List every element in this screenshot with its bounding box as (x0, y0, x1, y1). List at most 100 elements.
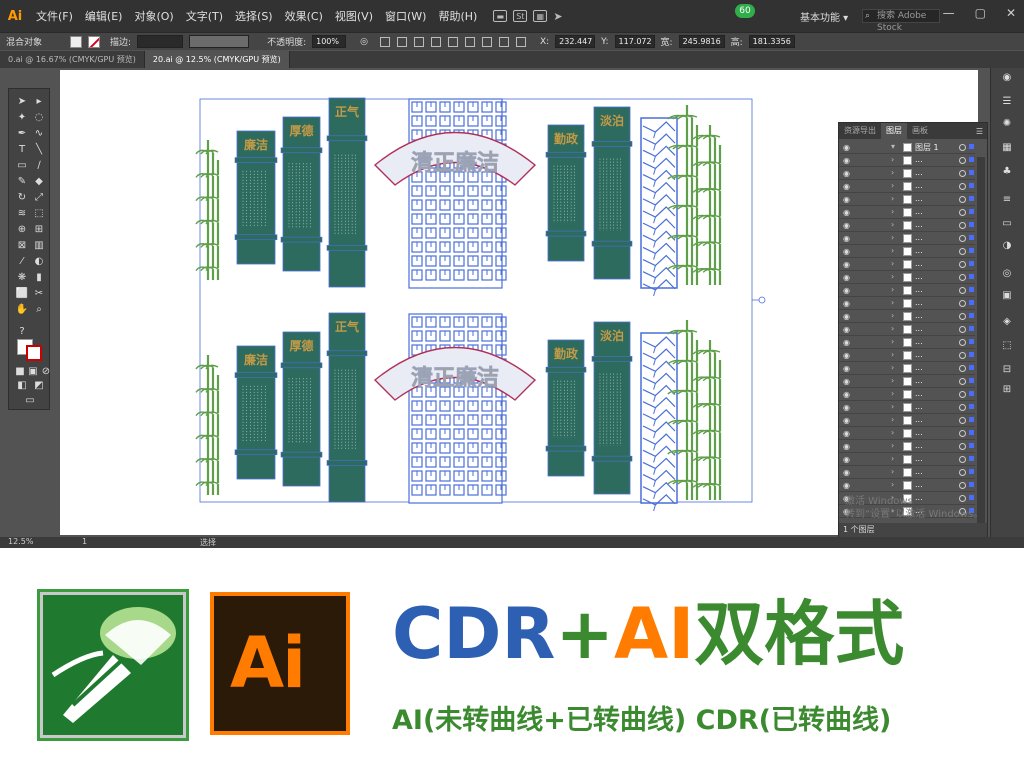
shape-builder-icon[interactable]: ⊕ (15, 223, 29, 235)
target-icon[interactable] (959, 157, 966, 164)
menu-window[interactable]: 窗口(W) (379, 8, 432, 24)
eyedropper-icon[interactable]: ⁄ (15, 255, 29, 267)
panel-menu-icon[interactable]: ☰ (976, 127, 983, 136)
layout-icon[interactable]: ▦ (533, 10, 548, 22)
pen-tool-icon[interactable]: ✒ (15, 127, 29, 139)
target-icon[interactable] (959, 248, 966, 255)
selection-indicator[interactable] (969, 287, 974, 292)
update-badge[interactable]: 60 (735, 4, 755, 18)
line-tool-icon[interactable]: ╲ (32, 143, 46, 155)
visibility-eye-icon[interactable]: ◉ (843, 377, 850, 386)
target-icon[interactable] (959, 144, 966, 151)
layer-row[interactable]: ◉ ›... (839, 375, 975, 388)
visibility-eye-icon[interactable]: ◉ (843, 299, 850, 308)
selection-indicator[interactable] (969, 326, 974, 331)
selection-indicator[interactable] (969, 378, 974, 383)
scale-tool-icon[interactable]: ⤢ (32, 191, 46, 203)
visibility-eye-icon[interactable]: ◉ (843, 208, 850, 217)
layer-row[interactable]: ◉ ›... (839, 479, 975, 492)
expand-arrow-icon[interactable]: › (891, 454, 894, 463)
recolor-icon[interactable]: ◎ (360, 37, 368, 47)
artboards-icon[interactable]: ⬚ (1000, 340, 1014, 352)
fill-stroke-swatch[interactable] (17, 339, 43, 361)
layer-row[interactable]: ◉ ›... (839, 427, 975, 440)
selection-indicator[interactable] (969, 157, 974, 162)
zoom-tool-icon[interactable]: ⌕ (32, 303, 46, 315)
expand-arrow-icon[interactable]: › (891, 428, 894, 437)
target-icon[interactable] (959, 352, 966, 359)
expand-arrow-icon[interactable]: › (891, 207, 894, 216)
layer-row[interactable]: ◉ ›... (839, 180, 975, 193)
stroke-swatch[interactable] (88, 35, 101, 48)
artboard-tool-icon[interactable]: ⬜ (15, 287, 29, 299)
expand-arrow-icon[interactable]: › (891, 389, 894, 398)
blend-tool-icon[interactable]: ◐ (32, 255, 46, 267)
selection-indicator[interactable] (969, 196, 974, 201)
expand-arrow-icon[interactable]: › (891, 168, 894, 177)
selection-indicator[interactable] (969, 352, 974, 357)
expand-arrow-icon[interactable]: › (891, 155, 894, 164)
selection-indicator[interactable] (969, 482, 974, 487)
layer-row[interactable]: ◉ ›... (839, 258, 975, 271)
target-icon[interactable] (959, 287, 966, 294)
bridge-icon[interactable]: ▬ (493, 10, 508, 22)
layer-row[interactable]: ◉ ›... (839, 245, 975, 258)
layer-row[interactable]: ◉ ›... (839, 271, 975, 284)
rotation-handle[interactable] (758, 296, 766, 304)
visibility-eye-icon[interactable]: ◉ (843, 260, 850, 269)
perspective-grid-icon[interactable]: ⊞ (32, 223, 46, 235)
type-tool-icon[interactable]: T (15, 143, 29, 155)
layer-row-top[interactable]: ◉ ▾ 图层 1 (839, 141, 975, 154)
selection-indicator[interactable] (969, 183, 974, 188)
menu-effect[interactable]: 效果(C) (279, 8, 329, 24)
visibility-eye-icon[interactable]: ◉ (843, 286, 850, 295)
transparency-icon[interactable]: ◑ (1000, 240, 1014, 252)
visibility-eye-icon[interactable]: ◉ (843, 390, 850, 399)
expand-arrow-icon[interactable]: › (891, 337, 894, 346)
tab-layers[interactable]: 图层 (881, 123, 907, 139)
selection-indicator[interactable] (969, 170, 974, 175)
stroke-width-field[interactable] (137, 35, 184, 48)
paintbrush-icon[interactable]: ∕ (32, 159, 46, 171)
target-icon[interactable] (959, 365, 966, 372)
transform-panel-icon[interactable]: ⊞ (1000, 384, 1014, 396)
doc-tab-1[interactable]: 20.ai @ 12.5% (CMYK/GPU 预览) (144, 51, 290, 68)
target-icon[interactable] (959, 417, 966, 424)
visibility-eye-icon[interactable]: ◉ (843, 429, 850, 438)
expand-arrow-icon[interactable]: › (891, 376, 894, 385)
swatches-icon[interactable]: ▦ (1000, 142, 1014, 154)
slice-tool-icon[interactable]: ✂ (32, 287, 46, 299)
layer-row[interactable]: ◉ ›... (839, 297, 975, 310)
visibility-eye-icon[interactable]: ◉ (843, 169, 850, 178)
symbols-icon[interactable]: ♣ (1000, 166, 1014, 178)
opacity-field[interactable]: 100% (312, 35, 347, 48)
expand-arrow-icon[interactable]: › (891, 415, 894, 424)
target-icon[interactable] (959, 339, 966, 346)
free-transform-icon[interactable]: ⬚ (32, 207, 46, 219)
expand-arrow-icon[interactable]: › (891, 220, 894, 229)
doc-tab-0[interactable]: 0.ai @ 16.67% (CMYK/GPU 预览) (0, 51, 145, 68)
target-icon[interactable] (959, 261, 966, 268)
target-icon[interactable] (959, 482, 966, 489)
visibility-eye-icon[interactable]: ◉ (843, 455, 850, 464)
none-mode-icon[interactable]: ⊘ (39, 365, 53, 377)
align-panel-icon[interactable]: ⊟ (1000, 364, 1014, 376)
status-mode[interactable]: 选择 (200, 537, 216, 548)
send-icon[interactable]: ➤ (553, 10, 562, 23)
gradient-panel-icon[interactable]: ▭ (1000, 218, 1014, 230)
layer-row[interactable]: ◉ ›... (839, 336, 975, 349)
layer-row[interactable]: ◉ ›... (839, 401, 975, 414)
layer-row[interactable]: ◉ ›... (839, 388, 975, 401)
target-icon[interactable] (959, 196, 966, 203)
menu-select[interactable]: 选择(S) (229, 8, 279, 24)
expand-arrow-icon[interactable]: › (891, 194, 894, 203)
gradient-tool-icon[interactable]: ▥ (32, 239, 46, 251)
layer-row[interactable]: ◉ ›... (839, 362, 975, 375)
color-mode-icon[interactable]: ■ (13, 365, 27, 377)
shaper-tool-icon[interactable]: ✎ (15, 175, 29, 187)
eraser-icon[interactable]: ◆ (32, 175, 46, 187)
expand-arrow-icon[interactable]: › (891, 285, 894, 294)
target-icon[interactable] (959, 404, 966, 411)
w-field[interactable]: 245.9816 (678, 35, 725, 48)
rectangle-tool-icon[interactable]: ▭ (15, 159, 29, 171)
